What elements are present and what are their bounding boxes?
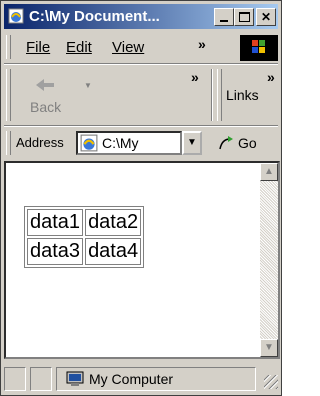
back-dropdown-icon[interactable]: ▼: [84, 81, 92, 90]
status-panel: [30, 367, 52, 391]
status-bar: My Computer: [4, 363, 280, 393]
table-row: data1 data2: [27, 209, 142, 236]
windows-logo: [240, 35, 278, 61]
toolbar-divider: [211, 69, 213, 121]
toolbar-grip[interactable]: [6, 69, 11, 121]
scroll-up-button[interactable]: ▲: [260, 163, 278, 181]
resize-grip[interactable]: [264, 375, 278, 389]
close-icon: ✕: [260, 10, 272, 24]
status-zone-text: My Computer: [89, 371, 174, 387]
chevron-down-icon: ▼: [187, 137, 197, 148]
links-label[interactable]: Links: [226, 87, 259, 103]
scroll-down-button[interactable]: ▼: [260, 339, 278, 357]
data-table: data1 data2 data3 data4: [24, 206, 145, 268]
table-cell: data2: [85, 209, 142, 236]
ie-icon: [8, 8, 24, 24]
window-title: C:\My Document...: [29, 8, 160, 25]
browser-window: C:\My Document... ✕ File Edit View » Bac…: [0, 0, 282, 396]
menu-view[interactable]: View: [112, 39, 144, 56]
go-button[interactable]: Go: [214, 132, 274, 154]
back-arrow-icon: [36, 79, 54, 91]
maximize-button[interactable]: [234, 8, 254, 26]
windows-flag-icon: [252, 40, 265, 53]
arrow-up-icon: ▲: [264, 166, 274, 177]
table-cell: data1: [27, 209, 84, 236]
status-zone: My Computer: [56, 367, 256, 391]
standard-toolbar: Back ▼ » Links »: [4, 65, 278, 125]
table-cell: data3: [27, 238, 84, 265]
address-bar: Address C:\My ▼ Go: [4, 127, 278, 159]
address-label: Address: [16, 135, 64, 150]
toolbar-more-chevron[interactable]: »: [191, 69, 199, 85]
vertical-scrollbar[interactable]: ▲ ▼: [260, 163, 278, 357]
go-label: Go: [238, 135, 257, 151]
menubar-grip[interactable]: [6, 35, 11, 59]
address-input[interactable]: C:\My: [76, 131, 182, 155]
back-label: Back: [30, 99, 62, 115]
menu-bar: File Edit View »: [4, 33, 278, 61]
go-arrow-icon: [219, 136, 233, 150]
address-dropdown-button[interactable]: ▼: [182, 131, 202, 155]
my-computer-icon: [66, 371, 84, 386]
address-grip[interactable]: [6, 131, 11, 155]
maximize-icon: [238, 12, 250, 22]
page-icon: [80, 134, 98, 152]
table-row: data3 data4: [27, 238, 142, 265]
status-panel: [4, 367, 26, 391]
arrow-down-icon: ▼: [264, 342, 274, 353]
menu-more-chevron[interactable]: »: [198, 36, 206, 52]
title-bar[interactable]: C:\My Document... ✕: [4, 4, 278, 29]
links-more-chevron[interactable]: »: [267, 69, 275, 85]
page-content[interactable]: data1 data2 data3 data4 ▲ ▼: [4, 161, 280, 359]
address-value: C:\My: [102, 135, 139, 151]
menu-edit[interactable]: Edit: [66, 39, 92, 56]
table-cell: data4: [85, 238, 142, 265]
minimize-icon: [220, 20, 228, 22]
links-grip[interactable]: [217, 69, 222, 121]
back-button[interactable]: Back: [18, 71, 74, 119]
minimize-button[interactable]: [214, 8, 234, 26]
close-button[interactable]: ✕: [256, 8, 276, 26]
menu-file[interactable]: File: [26, 39, 50, 56]
